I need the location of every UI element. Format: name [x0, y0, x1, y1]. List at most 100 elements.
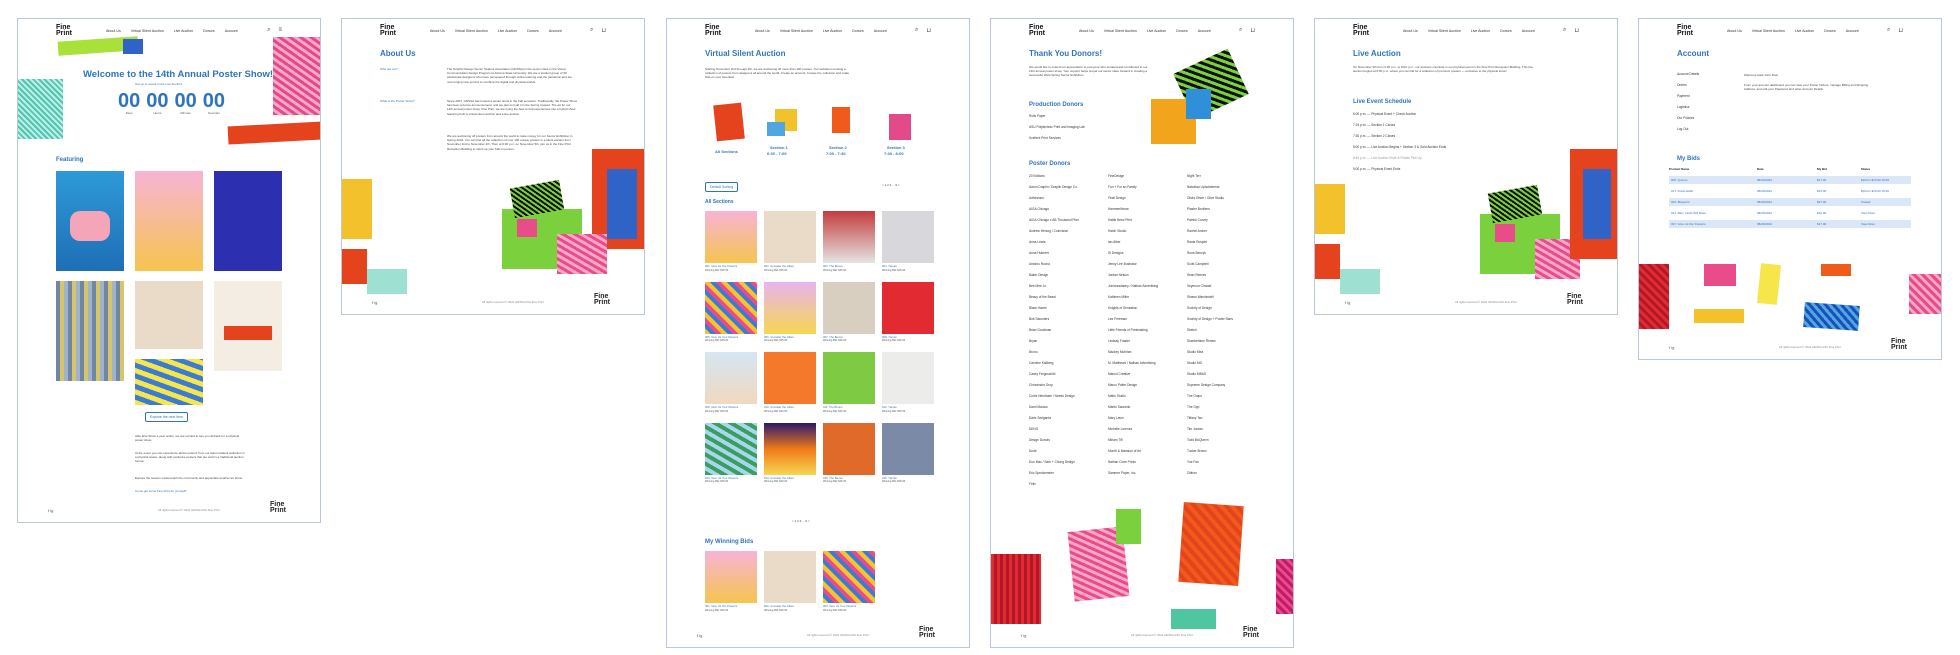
- nav-account[interactable]: Account: [1522, 29, 1535, 33]
- account-details-link[interactable]: Account Details: [1677, 69, 1699, 80]
- cart-icon[interactable]: ⊔: [601, 27, 606, 34]
- grid-item[interactable]: 004. Yamas Winning Bid: $15.00: [882, 211, 934, 272]
- grid-item[interactable]: 010. Consider the Lillies Winning Bid: $1…: [764, 352, 816, 413]
- search-icon[interactable]: ⌕: [1239, 27, 1242, 34]
- winning-item[interactable]: 001. Give Us Our Flowers Winning Bid: $15…: [705, 551, 757, 612]
- footer-logo[interactable]: Fine Print: [594, 293, 614, 306]
- cart-icon[interactable]: ⊔: [926, 27, 931, 34]
- section-1-art-b[interactable]: [767, 122, 785, 136]
- grid-item[interactable]: 013. Give Us Your Flowers Winning Bid: $1…: [705, 422, 757, 483]
- logo[interactable]: Fine Print: [1353, 24, 1373, 37]
- nav-account[interactable]: Account: [874, 29, 887, 33]
- policies-link[interactable]: Our Policies: [1677, 113, 1699, 124]
- nav-account[interactable]: Account: [1846, 29, 1859, 33]
- grid-item[interactable]: 016. Yamas Winning Bid: $15.00: [882, 422, 934, 483]
- nav-silent[interactable]: Virtual Silent Auction: [1752, 29, 1785, 33]
- cta-link[interactable]: Come get some Fine Print for yourself!: [135, 489, 186, 493]
- poster-1[interactable]: [56, 171, 124, 271]
- grid-item[interactable]: 003. The Bonus Winning Bid: $15.00: [823, 211, 875, 272]
- nav-donors[interactable]: Donors: [1176, 29, 1188, 33]
- sort-select[interactable]: Default Sorting: [705, 182, 739, 192]
- grid-item[interactable]: 011. The Bonus Winning Bid: $15.00: [823, 352, 875, 413]
- sidebar-what[interactable]: What is the Poster Show?: [380, 99, 415, 103]
- poster-3[interactable]: [214, 171, 282, 271]
- footer-logo[interactable]: Fine Print: [1567, 293, 1587, 306]
- cart-icon[interactable]: ⊔: [1574, 27, 1579, 34]
- nav-about[interactable]: About Us: [755, 29, 770, 33]
- search-icon[interactable]: ⌕: [915, 27, 918, 34]
- winning-item[interactable]: 003. Give Us Your Flowers Winning Bid: $1…: [823, 551, 875, 612]
- nav-account[interactable]: Account: [1198, 29, 1211, 33]
- nav-about[interactable]: About Us: [430, 29, 445, 33]
- footer-logo[interactable]: Fine Print: [1243, 626, 1263, 639]
- search-icon[interactable]: ⌕: [590, 27, 593, 34]
- search-icon[interactable]: ⌕: [1563, 27, 1566, 34]
- nav-silent[interactable]: Virtual Silent Auction: [131, 29, 164, 33]
- nav-about[interactable]: About Us: [1403, 29, 1418, 33]
- grid-item[interactable]: 002. Consider the Lillies Winning Bid: $1…: [764, 211, 816, 272]
- explore-button[interactable]: Explore the next item: [145, 412, 188, 422]
- social-icons[interactable]: f ig: [1021, 633, 1026, 638]
- pagination-bottom[interactable]: < 1 2 3 ... 9 >: [792, 519, 810, 523]
- social-icons[interactable]: f ig: [1669, 345, 1674, 350]
- grid-item[interactable]: 009. Give Us Your Flowers Winning Bid: $1…: [705, 352, 757, 413]
- social-icons[interactable]: f ig: [372, 300, 377, 305]
- poster-4[interactable]: [56, 281, 124, 381]
- nav-account[interactable]: Account: [225, 29, 238, 33]
- nav-silent[interactable]: Virtual Silent Auction: [1428, 29, 1461, 33]
- nav-live[interactable]: Live Auction: [823, 29, 842, 33]
- grid-item[interactable]: 015. The Bonus Winning Bid: $15.00: [823, 422, 875, 483]
- nav-live[interactable]: Live Auction: [498, 29, 517, 33]
- social-icons[interactable]: f ig: [48, 508, 53, 513]
- grid-item[interactable]: 005. Give Us Your Flowers Winning Bid: $1…: [705, 281, 757, 342]
- bid-row[interactable]: 017. Dress Edith 08/26/2022 $13.00 $(bid is…: [1669, 187, 1911, 195]
- grid-item[interactable]: 006. Consider the Lillies Winning Bid: $1…: [764, 281, 816, 342]
- bid-row[interactable]: 005. Quorus 08/26/2022 $17.00 $(bid is $15.…: [1669, 176, 1911, 184]
- nav-live[interactable]: Live Auction: [174, 29, 193, 33]
- logo[interactable]: Fine Print: [1677, 24, 1697, 37]
- bid-row[interactable]: 097. Give Us Our Flowers 08/26/2022 $17.00…: [1669, 220, 1911, 228]
- search-icon[interactable]: ⌕: [267, 27, 270, 34]
- footer-logo[interactable]: Fine Print: [1891, 338, 1911, 351]
- nav-silent[interactable]: Virtual Silent Auction: [455, 29, 488, 33]
- footer-logo[interactable]: Fine Print: [919, 626, 939, 639]
- nav-donors[interactable]: Donors: [527, 29, 539, 33]
- nav-about[interactable]: About Us: [1727, 29, 1742, 33]
- menu-icon[interactable]: ≡: [278, 27, 282, 34]
- grid-item[interactable]: 012. Yamas Winning Bid: $15.00: [882, 352, 934, 413]
- nav-about[interactable]: About Us: [106, 29, 121, 33]
- grid-item[interactable]: 014. Consider the Lillies Winning Bid: $1…: [764, 422, 816, 483]
- nav-account[interactable]: Account: [549, 29, 562, 33]
- logo[interactable]: Fine Print: [1029, 24, 1049, 37]
- nav-donors[interactable]: Donors: [1500, 29, 1512, 33]
- nav-live[interactable]: Live Auction: [1795, 29, 1814, 33]
- nav-silent[interactable]: Virtual Silent Auction: [1104, 29, 1137, 33]
- logo[interactable]: Fine Print: [705, 24, 725, 37]
- grid-item[interactable]: 008. Yamas Winning Bid: $15.00: [882, 281, 934, 342]
- cart-icon[interactable]: ⊔: [1250, 27, 1255, 34]
- nav-live[interactable]: Live Auction: [1147, 29, 1166, 33]
- nav-live[interactable]: Live Auction: [1471, 29, 1490, 33]
- nav-donors[interactable]: Donors: [852, 29, 864, 33]
- bid-row[interactable]: 041. Barn Yards Will Rave 08/26/2022 $12.0…: [1669, 209, 1911, 217]
- nav-silent[interactable]: Virtual Silent Auction: [780, 29, 813, 33]
- grid-item[interactable]: 007. The Bonus Winning Bid: $15.00: [823, 281, 875, 342]
- bid-row[interactable]: 022. Blueprint 08/26/2022 $27.00 Closed: [1669, 198, 1911, 206]
- section-3-label[interactable]: Section 3: [887, 145, 905, 150]
- section-3-art[interactable]: [889, 114, 911, 140]
- payment-link[interactable]: Payment: [1677, 91, 1699, 102]
- section-2-label[interactable]: Section 2: [829, 145, 847, 150]
- section-all-label[interactable]: All Sections: [715, 149, 738, 154]
- pagination-top[interactable]: < 1 2 3 ... 9 >: [882, 183, 900, 187]
- social-icons[interactable]: f ig: [697, 633, 702, 638]
- cart-icon[interactable]: ⊔: [1898, 27, 1903, 34]
- section-2-art[interactable]: [832, 107, 850, 133]
- logout-link[interactable]: Log Out: [1677, 124, 1699, 135]
- nav-donors[interactable]: Donors: [1824, 29, 1836, 33]
- section-all-art[interactable]: [713, 102, 745, 142]
- poster-2[interactable]: [135, 171, 203, 271]
- nav-donors[interactable]: Donors: [203, 29, 215, 33]
- poster-5[interactable]: [135, 281, 203, 349]
- logo[interactable]: Fine Print: [56, 24, 76, 37]
- poster-6[interactable]: [214, 281, 282, 371]
